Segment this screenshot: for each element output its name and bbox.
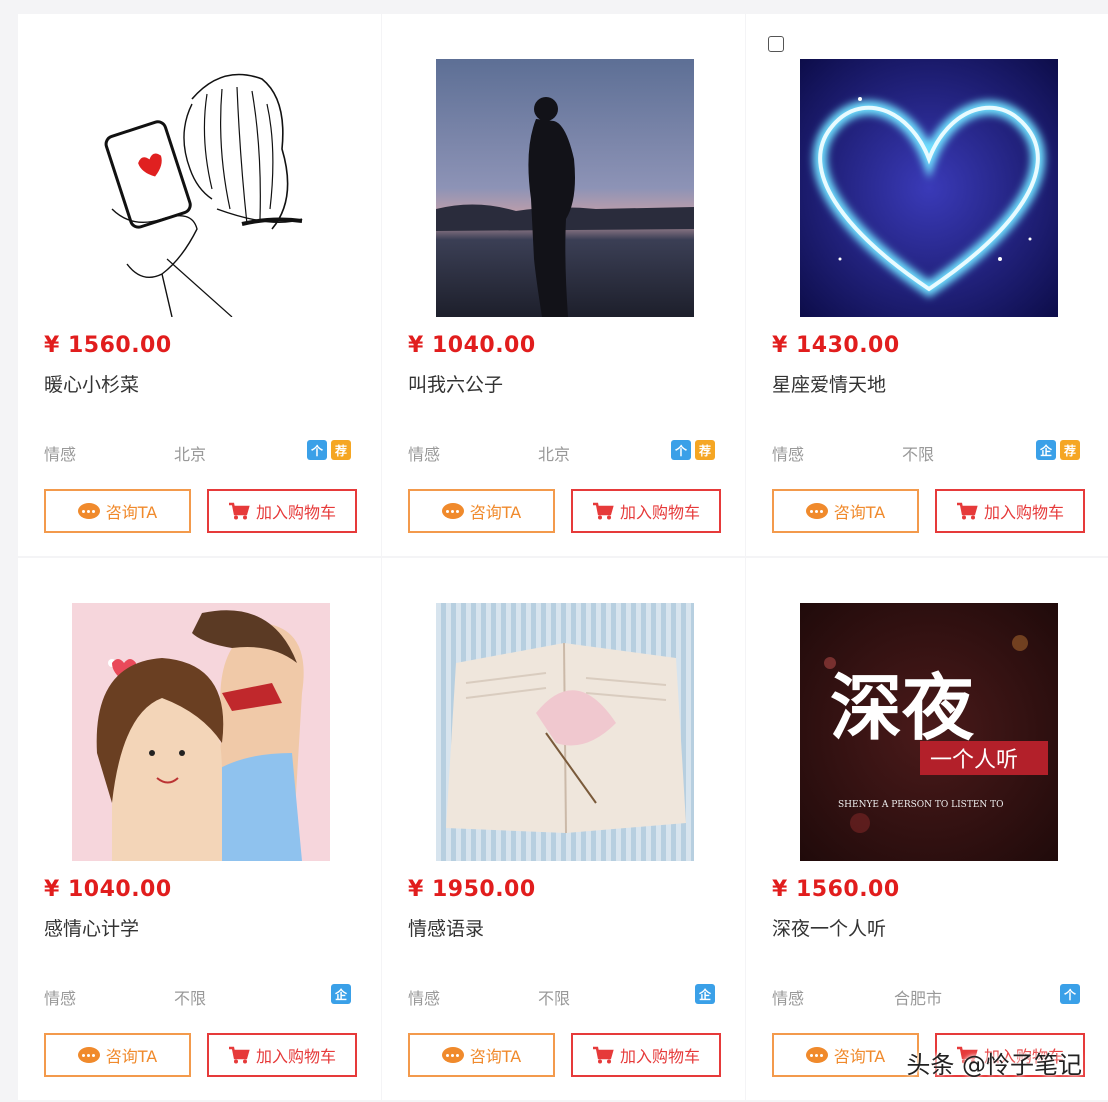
- watermark: 头条 @怜子笔记: [906, 1051, 1082, 1079]
- product-city: 北京: [173, 445, 206, 464]
- product-category: 情感: [408, 989, 441, 1008]
- product-price: ¥ 1040.00: [44, 877, 172, 902]
- late-night-image: 深夜 一个人听 SHENYE A PERSON TO LISTEN TO: [800, 603, 1058, 861]
- add-to-cart-button[interactable]: 加入购物车: [935, 489, 1085, 533]
- chat-bubble-icon: [805, 1047, 828, 1063]
- add-to-cart-button[interactable]: 加入购物车: [571, 1033, 721, 1077]
- chat-bubble-icon: [441, 1047, 464, 1063]
- add-to-cart-button[interactable]: 加入购物车: [207, 489, 357, 533]
- product-category: 情感: [772, 989, 805, 1008]
- consult-button[interactable]: 咨询TA: [408, 489, 555, 533]
- product-image[interactable]: [436, 603, 694, 861]
- product-price: ¥ 1040.00: [408, 333, 536, 358]
- enterprise-badge-icon: 企: [331, 984, 351, 1004]
- product-category: 情感: [44, 989, 77, 1008]
- product-city: 不限: [173, 989, 206, 1008]
- consult-label: 咨询TA: [469, 1047, 522, 1066]
- badge-group: 企: [331, 984, 351, 1004]
- product-card: ¥ 1040.00 感情心计学 情感 不限 企 咨询TA 加入购物车: [18, 558, 381, 1100]
- consult-label: 咨询TA: [833, 503, 886, 522]
- product-price: ¥ 1950.00: [408, 877, 536, 902]
- badge-group: 个 荐: [307, 440, 351, 460]
- product-title[interactable]: 叫我六公子: [408, 370, 503, 397]
- recommend-badge-icon: 荐: [331, 440, 351, 460]
- enterprise-badge-icon: 企: [695, 984, 715, 1004]
- recommend-badge-icon: 荐: [1060, 440, 1080, 460]
- add-to-cart-button[interactable]: 加入购物车: [207, 1033, 357, 1077]
- product-card: ¥ 1950.00 情感语录 情感 不限 企 咨询TA 加入购物车: [382, 558, 745, 1100]
- consult-button[interactable]: 咨询TA: [44, 489, 191, 533]
- add-to-cart-button[interactable]: 加入购物车: [571, 489, 721, 533]
- product-card: ¥ 1430.00 星座爱情天地 情感 不限 企 荐 咨询TA 加入购物车: [746, 14, 1108, 556]
- product-category: 情感: [408, 445, 441, 464]
- product-price: ¥ 1560.00: [44, 333, 172, 358]
- chat-bubble-icon: [77, 503, 100, 519]
- product-city: 不限: [537, 989, 570, 1008]
- silhouette-sunset-image: [436, 59, 694, 317]
- product-title[interactable]: 情感语录: [408, 914, 484, 941]
- product-price: ¥ 1560.00: [772, 877, 900, 902]
- cart-icon: [228, 1046, 250, 1064]
- image-small-text: 一个人听: [930, 748, 1018, 773]
- product-image[interactable]: [72, 603, 330, 861]
- recommend-badge-icon: 荐: [695, 440, 715, 460]
- consult-label: 咨询TA: [469, 503, 522, 522]
- chat-bubble-icon: [77, 1047, 100, 1063]
- personal-badge-icon: 个: [671, 440, 691, 460]
- product-city: 不限: [901, 445, 934, 464]
- personal-badge-icon: 个: [307, 440, 327, 460]
- cart-icon: [956, 502, 978, 520]
- cart-icon: [228, 502, 250, 520]
- product-city: 合肥市: [893, 989, 942, 1008]
- product-title[interactable]: 深夜一个人听: [772, 914, 886, 941]
- product-card: 深夜 一个人听 SHENYE A PERSON TO LISTEN TO ¥ 1…: [746, 558, 1108, 1100]
- product-title[interactable]: 感情心计学: [44, 914, 139, 941]
- consult-label: 咨询TA: [105, 1047, 158, 1066]
- consult-button[interactable]: 咨询TA: [772, 1033, 919, 1077]
- consult-button[interactable]: 咨询TA: [44, 1033, 191, 1077]
- product-category: 情感: [44, 445, 77, 464]
- line-art-phone-image: [72, 59, 330, 317]
- product-image[interactable]: [800, 59, 1058, 317]
- product-card: ¥ 1560.00 暖心小杉菜 情感 北京 个 荐 咨询TA 加入购物车: [18, 14, 381, 556]
- product-image[interactable]: [436, 59, 694, 317]
- product-card: ¥ 1040.00 叫我六公子 情感 北京 个 荐 咨询TA 加入购物车: [382, 14, 745, 556]
- cart-icon: [592, 502, 614, 520]
- product-category: 情感: [772, 445, 805, 464]
- product-title[interactable]: 暖心小杉菜: [44, 370, 139, 397]
- badge-group: 个 荐: [671, 440, 715, 460]
- chat-bubble-icon: [805, 503, 828, 519]
- glowing-heart-image: [800, 59, 1058, 317]
- product-image[interactable]: 深夜 一个人听 SHENYE A PERSON TO LISTEN TO: [800, 603, 1058, 861]
- badge-group: 企: [695, 984, 715, 1004]
- product-city: 北京: [537, 445, 570, 464]
- consult-label: 咨询TA: [105, 503, 158, 522]
- cart-label: 加入购物车: [255, 1047, 336, 1066]
- personal-badge-icon: 个: [1060, 984, 1080, 1004]
- consult-label: 咨询TA: [833, 1047, 886, 1066]
- chat-bubble-icon: [441, 503, 464, 519]
- badge-group: 企 荐: [1036, 440, 1080, 460]
- cart-icon: [592, 1046, 614, 1064]
- product-price: ¥ 1430.00: [772, 333, 900, 358]
- product-grid: ¥ 1560.00 暖心小杉菜 情感 北京 个 荐 咨询TA 加入购物车 ¥ 1…: [18, 14, 1108, 1100]
- enterprise-badge-icon: 企: [1036, 440, 1056, 460]
- book-flower-image: [436, 603, 694, 861]
- consult-button[interactable]: 咨询TA: [408, 1033, 555, 1077]
- finger-couple-image: [72, 603, 330, 861]
- consult-button[interactable]: 咨询TA: [772, 489, 919, 533]
- image-big-text: 深夜: [830, 665, 975, 750]
- badge-group: 个: [1060, 984, 1080, 1004]
- cart-label: 加入购物车: [255, 503, 336, 522]
- cart-label: 加入购物车: [619, 503, 700, 522]
- product-title[interactable]: 星座爱情天地: [772, 370, 886, 397]
- select-checkbox[interactable]: [768, 36, 784, 52]
- cart-label: 加入购物车: [983, 503, 1064, 522]
- image-sub-text: SHENYE A PERSON TO LISTEN TO: [838, 800, 1004, 810]
- cart-label: 加入购物车: [619, 1047, 700, 1066]
- product-image[interactable]: [72, 59, 330, 317]
